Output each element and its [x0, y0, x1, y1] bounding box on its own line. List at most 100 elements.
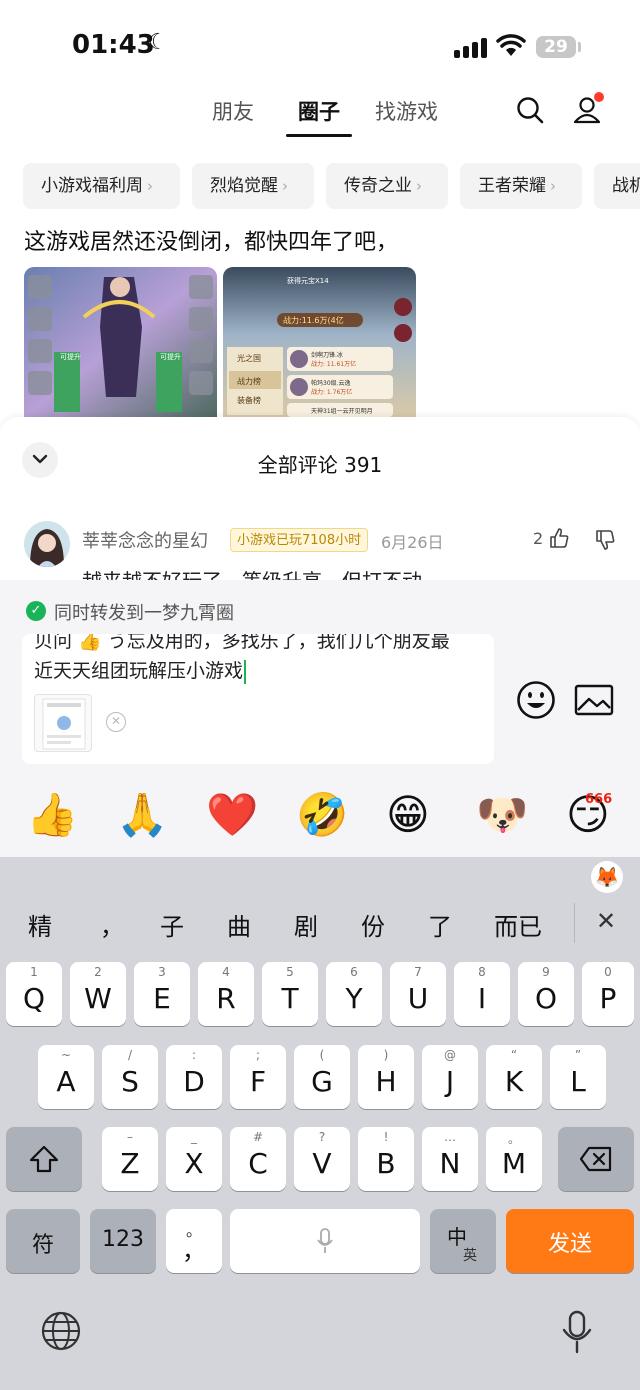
- language-switch-key[interactable]: 中 英: [430, 1209, 496, 1273]
- candidate-word[interactable]: 精: [28, 907, 52, 942]
- image-overlay-label: 可提升: [160, 352, 181, 361]
- reply-text-line-2: 近天天组团玩解压小游戏: [34, 660, 244, 682]
- key-g[interactable]: (G: [294, 1045, 350, 1109]
- send-button[interactable]: 发送: [506, 1209, 634, 1273]
- key-h[interactable]: ) H: [358, 1045, 414, 1109]
- key-y[interactable]: 6Y: [326, 962, 382, 1026]
- space-key[interactable]: [230, 1209, 420, 1273]
- key-u[interactable]: 7U: [390, 962, 446, 1026]
- comment-date: 6月26日: [381, 533, 444, 552]
- key-f[interactable]: ; F: [230, 1045, 286, 1109]
- candidate-word[interactable]: 了: [428, 907, 452, 942]
- thumbs-up-icon[interactable]: [548, 527, 570, 549]
- key-o[interactable]: 9O: [518, 962, 574, 1026]
- repost-toggle-label[interactable]: 同时转发到一梦九霄圈: [54, 599, 234, 625]
- numbers-key[interactable]: 123: [90, 1209, 156, 1273]
- chip-honor-of-kings[interactable]: 王者荣耀 ›: [460, 163, 582, 209]
- wifi-icon: [496, 34, 526, 56]
- reply-input[interactable]: 贝问 👍 う忘及用的，多找乐了，我们几个朋友最 近天天组团玩解压小游戏 ✕: [22, 634, 494, 764]
- candidate-word[interactable]: ，: [100, 907, 124, 942]
- emoji-pray[interactable]: 🙏: [116, 790, 168, 840]
- image-overlay-label: 剑啊刀锋.冰: [311, 351, 343, 359]
- emoji-grin[interactable]: 😁: [386, 790, 430, 840]
- key-c[interactable]: # C: [230, 1127, 286, 1191]
- chevron-right-icon: ›: [550, 177, 556, 195]
- chip-lieyan[interactable]: 烈焰觉醒 ›: [192, 163, 314, 209]
- close-icon[interactable]: ✕: [596, 907, 616, 935]
- search-icon[interactable]: [515, 95, 545, 125]
- globe-icon[interactable]: [40, 1310, 82, 1352]
- key-z[interactable]: – Z: [102, 1127, 158, 1191]
- reply-composer: ✓ 同时转发到一梦九霄圈 贝问 👍 う忘及用的，多找乐了，我们几个朋友最 近天天…: [0, 580, 640, 857]
- image-overlay-label: 战力: 11.61万亿: [311, 360, 356, 368]
- image-overlay-label: 装备榜: [237, 395, 261, 405]
- tab-circles[interactable]: 圈子: [298, 96, 340, 126]
- comments-title: 全部评论 391: [257, 453, 383, 477]
- key-w[interactable]: 2W: [70, 962, 126, 1026]
- emoji-666-label: 666: [585, 792, 613, 807]
- chip-mini-game-week[interactable]: 小游戏福利周 ›: [23, 163, 180, 209]
- key-l[interactable]: ” L: [550, 1045, 606, 1109]
- image-overlay-label: 帕玛30级.云逸: [311, 379, 351, 387]
- image-overlay-label: 光之国: [237, 353, 261, 363]
- comment-author[interactable]: 莘莘念念的星幻: [82, 527, 208, 553]
- key-d[interactable]: :D: [166, 1045, 222, 1109]
- keyboard: 🦊 精 ， 子 曲 剧 份 了 而已 ✕ 1Q 2W 3E 4R 5T 6Y 7…: [0, 857, 640, 1390]
- key-s[interactable]: / S: [102, 1045, 158, 1109]
- key-b[interactable]: ! B: [358, 1127, 414, 1191]
- thumbs-down-icon[interactable]: [594, 529, 616, 551]
- candidate-word[interactable]: 份: [361, 907, 385, 942]
- candidate-word[interactable]: 而已: [494, 907, 542, 942]
- key-k[interactable]: “K: [486, 1045, 542, 1109]
- key-p[interactable]: 0P: [582, 962, 634, 1026]
- shift-key[interactable]: [6, 1127, 82, 1191]
- key-m[interactable]: 。 M: [486, 1127, 542, 1191]
- chevron-right-icon: ›: [147, 177, 153, 195]
- backspace-icon: [579, 1146, 612, 1172]
- attachment-thumbnail[interactable]: [34, 694, 92, 752]
- avatar[interactable]: [24, 521, 70, 567]
- active-tab-indicator: [286, 134, 352, 137]
- checkmark-icon[interactable]: ✓: [26, 601, 46, 621]
- key-r[interactable]: 4R: [198, 962, 254, 1026]
- key-e[interactable]: 3E: [134, 962, 190, 1026]
- battery-indicator: 29: [536, 36, 576, 58]
- key-i[interactable]: 8I: [454, 962, 510, 1026]
- tab-friends[interactable]: 朋友: [212, 96, 254, 126]
- emoji-doge[interactable]: 🐶: [476, 790, 528, 840]
- key-x[interactable]: _ X: [166, 1127, 222, 1191]
- image-icon[interactable]: [574, 684, 614, 716]
- post-image-1[interactable]: 可提升 可提升: [24, 267, 217, 417]
- key-n[interactable]: … N: [422, 1127, 478, 1191]
- chevron-right-icon: ›: [282, 177, 288, 195]
- chip-zhanji[interactable]: 战机: [594, 163, 640, 209]
- like-count: 2: [533, 529, 544, 548]
- candidate-divider: [574, 903, 575, 943]
- post-image-2[interactable]: 获得元宝X14 战力:11.6万(4亿 光之国 战力榜 装备榜 剑啊刀锋.冰 战…: [223, 267, 416, 417]
- profile-icon[interactable]: [572, 92, 606, 126]
- focus-moon-icon: ☾: [148, 30, 168, 55]
- emoji-heart[interactable]: ❤️: [206, 790, 258, 840]
- emoji-thumbs-up[interactable]: 👍: [26, 790, 78, 840]
- tab-find-games[interactable]: 找游戏: [375, 96, 438, 126]
- key-a[interactable]: ~ A: [38, 1045, 94, 1109]
- emoji-laugh-cry[interactable]: 🤣: [296, 790, 348, 840]
- status-bar: 01:43 ☾ 29: [0, 0, 640, 90]
- backspace-key[interactable]: [558, 1127, 634, 1191]
- candidate-bar: 精 ， 子 曲 剧 份 了 而已 ✕: [0, 857, 640, 952]
- emoji-icon[interactable]: [516, 680, 556, 720]
- key-t[interactable]: 5T: [262, 962, 318, 1026]
- chip-chuanqi[interactable]: 传奇之业 ›: [326, 163, 448, 209]
- key-j[interactable]: @ J: [422, 1045, 478, 1109]
- image-overlay-label: 战力:11.6万(4亿: [283, 315, 344, 325]
- punctuation-key[interactable]: 。，: [166, 1209, 222, 1273]
- reply-text-line-1: 贝问 👍 う忘及用的，多找乐了，我们几个朋友最: [34, 634, 450, 652]
- key-q[interactable]: 1Q: [6, 962, 62, 1026]
- candidate-word[interactable]: 子: [160, 907, 184, 942]
- candidate-word[interactable]: 曲: [227, 907, 251, 942]
- close-icon[interactable]: ✕: [106, 712, 126, 732]
- symbols-key[interactable]: 符: [6, 1209, 80, 1273]
- key-v[interactable]: ? V: [294, 1127, 350, 1191]
- candidate-word[interactable]: 剧: [294, 907, 318, 942]
- dictation-microphone-icon[interactable]: [560, 1310, 594, 1354]
